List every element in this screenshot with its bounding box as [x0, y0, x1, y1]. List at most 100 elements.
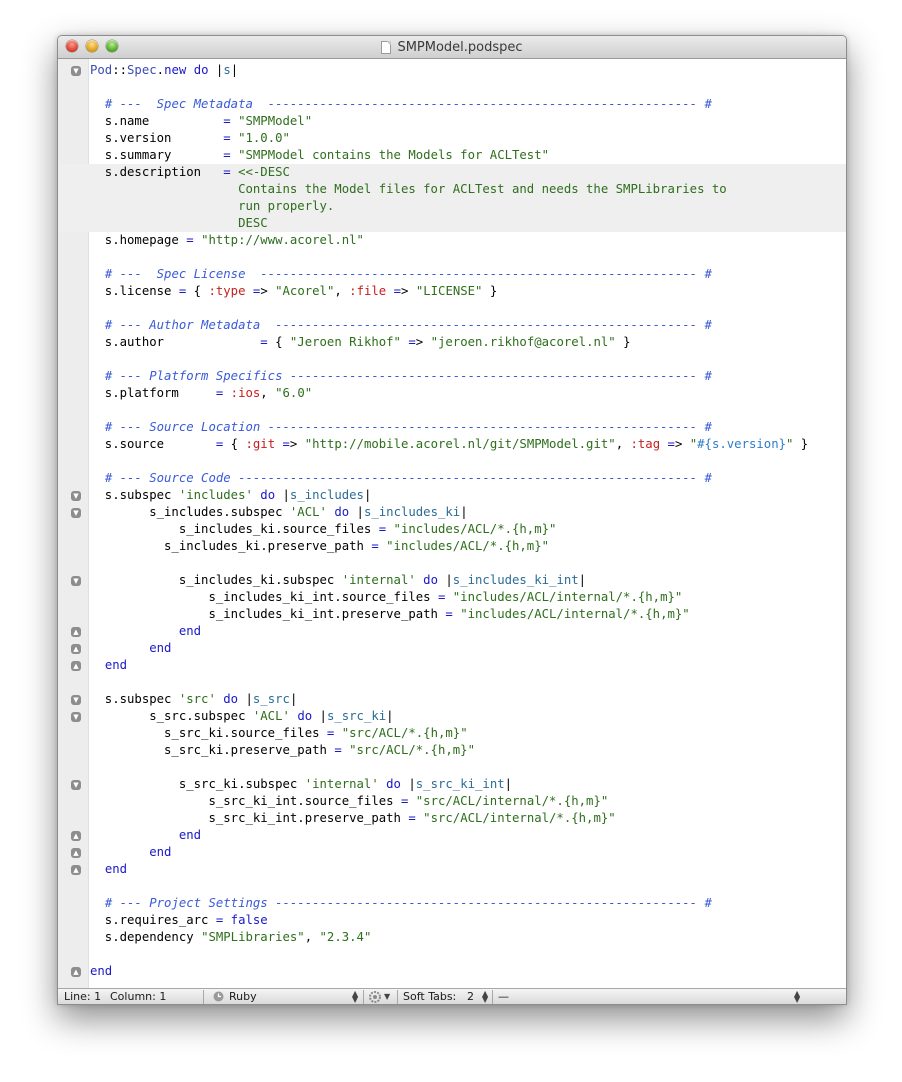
- code-line[interactable]: ▲ end: [58, 623, 846, 640]
- fold-open-icon[interactable]: ▼: [71, 66, 81, 76]
- code-line[interactable]: [58, 674, 846, 691]
- code-line[interactable]: ▼ Pod::Spec.new do |s|: [58, 62, 846, 79]
- code-line[interactable]: s.description = <<-DESC: [58, 164, 846, 181]
- code-line-text: s_src_ki_int.preserve_path = "src/ACL/in…: [90, 811, 616, 825]
- line-indicator: Line: 1: [64, 989, 101, 1004]
- code-line[interactable]: s.name = "SMPModel": [58, 113, 846, 130]
- code-line-text: s_includes_ki.source_files = "includes/A…: [90, 522, 557, 536]
- code-line[interactable]: s_src_ki_int.preserve_path = "src/ACL/in…: [58, 810, 846, 827]
- fold-close-icon[interactable]: ▲: [71, 644, 81, 654]
- code-line[interactable]: [58, 453, 846, 470]
- code-line[interactable]: [58, 946, 846, 963]
- code-line[interactable]: [58, 878, 846, 895]
- fold-close-icon[interactable]: ▲: [71, 627, 81, 637]
- code-line-text: s.summary = "SMPModel contains the Model…: [90, 148, 550, 162]
- code-line[interactable]: DESC: [58, 215, 846, 232]
- code-line[interactable]: s.homepage = "http://www.acorel.nl": [58, 232, 846, 249]
- code-line-text: s.author = { "Jeroen Rikhof" => "jeroen.…: [90, 335, 631, 349]
- updown-arrows-icon: ▲ ▼: [482, 989, 489, 1004]
- fold-open-icon[interactable]: ▼: [71, 780, 81, 790]
- status-divider: [203, 990, 204, 1004]
- code-line-text: # --- Project Settings -----------------…: [104, 896, 712, 910]
- code-line[interactable]: s_includes_ki_int.source_files = "includ…: [58, 589, 846, 606]
- settings-menu[interactable]: ▼: [367, 989, 395, 1004]
- fold-open-icon[interactable]: ▼: [71, 508, 81, 518]
- code-line[interactable]: # --- Source Location ------------------…: [58, 419, 846, 436]
- fold-close-icon[interactable]: ▲: [71, 967, 81, 977]
- code-line-text: end: [104, 658, 128, 672]
- code-line[interactable]: s_src_ki_int.source_files = "src/ACL/int…: [58, 793, 846, 810]
- code-line[interactable]: # --- Platform Specifics ---------------…: [58, 368, 846, 385]
- code-line[interactable]: Contains the Model files for ACLTest and…: [58, 181, 846, 198]
- fold-close-icon[interactable]: ▲: [71, 831, 81, 841]
- code-line[interactable]: ▲ end: [58, 657, 846, 674]
- fold-close-icon[interactable]: ▲: [71, 865, 81, 875]
- fold-open-icon[interactable]: ▼: [71, 491, 81, 501]
- code-line[interactable]: ▼ s_includes.subspec 'ACL' do |s_include…: [58, 504, 846, 521]
- code-line[interactable]: # --- Spec Metadata --------------------…: [58, 96, 846, 113]
- code-line[interactable]: ▲ end: [58, 844, 846, 861]
- document-icon: [381, 40, 392, 54]
- code-line[interactable]: # --- Project Settings -----------------…: [58, 895, 846, 912]
- soft-tabs-select[interactable]: Soft Tabs: 2 ▲ ▼: [403, 989, 493, 1004]
- status-divider: [363, 990, 364, 1004]
- code-line[interactable]: # --- Source Code ----------------------…: [58, 470, 846, 487]
- language-select[interactable]: Ruby ▲ ▼: [209, 989, 363, 1004]
- code-editor[interactable]: ▼ Pod::Spec.new do |s| # --- Spec Metadat…: [58, 59, 846, 988]
- code-line[interactable]: ▼ s_includes_ki.subspec 'internal' do |s…: [58, 572, 846, 589]
- code-line-text: s.version = "1.0.0": [90, 131, 290, 145]
- code-line[interactable]: run properly.: [58, 198, 846, 215]
- code-line[interactable]: [58, 79, 846, 96]
- fold-close-icon[interactable]: ▲: [71, 848, 81, 858]
- code-line[interactable]: s.platform = :ios, "6.0": [58, 385, 846, 402]
- code-line-text: s.subspec 'src' do |s_src|: [90, 692, 298, 706]
- code-line[interactable]: [58, 300, 846, 317]
- code-line[interactable]: s.author = { "Jeroen Rikhof" => "jeroen.…: [58, 334, 846, 351]
- code-line-text: s.requires_arc = false: [90, 913, 268, 927]
- code-line-text: s.platform = :ios, "6.0": [90, 386, 313, 400]
- symbol-select[interactable]: — ▲ ▼: [498, 989, 808, 1004]
- fold-open-icon[interactable]: ▼: [71, 695, 81, 705]
- code-line[interactable]: s_src_ki.preserve_path = "src/ACL/*.{h,m…: [58, 742, 846, 759]
- code-line-text: s_includes_ki_int.source_files = "includ…: [90, 590, 683, 604]
- code-line[interactable]: ▲ end: [58, 640, 846, 657]
- code-line[interactable]: ▼ s_src.subspec 'ACL' do |s_src_ki|: [58, 708, 846, 725]
- code-line[interactable]: ▼ s_src_ki.subspec 'internal' do |s_src_…: [58, 776, 846, 793]
- code-line[interactable]: s_includes_ki.preserve_path = "includes/…: [58, 538, 846, 555]
- title-bar[interactable]: SMPModel.podspec: [58, 36, 846, 59]
- fold-open-icon[interactable]: ▼: [71, 576, 81, 586]
- updown-arrows-icon: ▲ ▼: [794, 989, 801, 1004]
- code-line[interactable]: s_includes_ki.source_files = "includes/A…: [58, 521, 846, 538]
- code-line-text: # --- Platform Specifics ---------------…: [104, 369, 712, 383]
- code-line[interactable]: s.dependency "SMPLibraries", "2.3.4": [58, 929, 846, 946]
- code-line[interactable]: # --- Author Metadata ------------------…: [58, 317, 846, 334]
- window-title-text: SMPModel.podspec: [397, 39, 523, 55]
- code-line-text: s.homepage = "http://www.acorel.nl": [90, 233, 364, 247]
- fold-close-icon[interactable]: ▲: [71, 661, 81, 671]
- code-line[interactable]: [58, 249, 846, 266]
- code-line[interactable]: [58, 351, 846, 368]
- code-line[interactable]: s.version = "1.0.0": [58, 130, 846, 147]
- code-line-text: s.license = { :type => "Acorel", :file =…: [90, 284, 498, 298]
- code-line[interactable]: ▲ end: [58, 861, 846, 878]
- code-line[interactable]: s.summary = "SMPModel contains the Model…: [58, 147, 846, 164]
- code-line[interactable]: ▲ end: [58, 827, 846, 844]
- code-line[interactable]: # --- Spec License ---------------------…: [58, 266, 846, 283]
- code-line[interactable]: [58, 402, 846, 419]
- code-line[interactable]: [58, 555, 846, 572]
- code-line[interactable]: ▲ end: [58, 963, 846, 980]
- symbol-label: —: [498, 990, 509, 1003]
- code-line-text: # --- Source Code ----------------------…: [104, 471, 712, 485]
- code-line[interactable]: s_includes_ki_int.preserve_path = "inclu…: [58, 606, 846, 623]
- code-line-text: end: [104, 862, 128, 876]
- code-line[interactable]: s.source = { :git => "http://mobile.acor…: [58, 436, 846, 453]
- chevron-down-icon: ▼: [384, 992, 391, 1001]
- code-line[interactable]: s.license = { :type => "Acorel", :file =…: [58, 283, 846, 300]
- fold-open-icon[interactable]: ▼: [71, 712, 81, 722]
- code-line[interactable]: ▼ s.subspec 'includes' do |s_includes|: [58, 487, 846, 504]
- code-line[interactable]: s.requires_arc = false: [58, 912, 846, 929]
- code-line[interactable]: ▼ s.subspec 'src' do |s_src|: [58, 691, 846, 708]
- code-line[interactable]: s_src_ki.source_files = "src/ACL/*.{h,m}…: [58, 725, 846, 742]
- code-line-text: s_includes.subspec 'ACL' do |s_includes_…: [90, 505, 468, 519]
- code-line[interactable]: [58, 759, 846, 776]
